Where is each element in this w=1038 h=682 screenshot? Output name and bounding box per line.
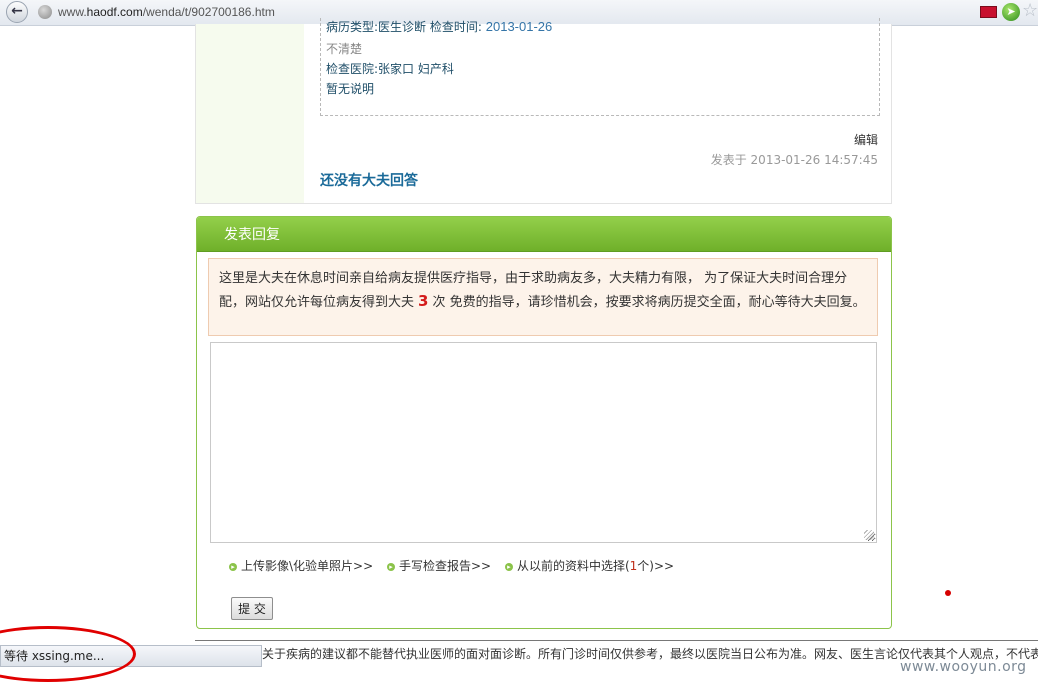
choose-previous-link[interactable]: ▸ 从以前的资料中选择(1个)>> (504, 557, 675, 574)
globe-icon (38, 5, 52, 19)
url-prefix: www. (58, 5, 87, 19)
arrow-right-icon: ▸ (229, 562, 237, 571)
star-icon[interactable]: ☆ (1022, 1, 1038, 21)
arrow-right-icon: ▸ (504, 562, 513, 571)
case-detail-box: 病历类型:医生诊断 检查时间: 2013-01-26 不清楚 检查医院:张家口 … (195, 18, 892, 204)
notice-box: 这里是大夫在休息时间亲自给病友提供医疗指导，由于求助病友多，大夫精力有限， 为了… (208, 258, 878, 336)
resize-grip-icon[interactable] (864, 530, 874, 540)
notice-text-after: 次 免费的指导，请珍惜机会，按要求将病历提交全面，耐心等待大夫回复。 (432, 295, 866, 310)
flag-icon[interactable] (980, 6, 997, 18)
watermark: www.wooyun.org (900, 659, 1027, 675)
red-dot (945, 590, 951, 596)
handwrite-report-link[interactable]: ▸ 手写检查报告>> (386, 557, 492, 574)
posted-timestamp: 2013-01-26 14:57:45 (750, 153, 878, 167)
go-arrow-icon[interactable]: ➤ (1002, 3, 1020, 21)
no-description-text: 暂无说明 (326, 82, 375, 96)
posted-time: 发表于 2013-01-26 14:57:45 (711, 151, 878, 168)
upload-image-label: 上传影像\化验单照片>> (241, 559, 374, 573)
hospital-label: 检查医院: (326, 62, 379, 76)
status-bar: 等待 xssing.me... (0, 645, 262, 667)
exam-time-value: 2013-01-26 (485, 19, 553, 34)
footer-divider (195, 640, 1038, 641)
hospital-value: 张家口 妇产科 (378, 62, 454, 76)
choose-previous-before: 从以前的资料中选择( (516, 559, 630, 573)
reply-header: 发表回复 (197, 217, 891, 252)
submit-button[interactable]: 提 交 (231, 597, 273, 620)
unclear-text: 不清楚 (326, 42, 363, 56)
url-domain: haodf.com (86, 5, 143, 19)
record-type-value: 医生诊断 (378, 20, 427, 34)
reply-textarea[interactable] (210, 342, 877, 543)
edit-link[interactable]: 编辑 (854, 131, 878, 148)
record-type-line: 病历类型:医生诊断 检查时间: 2013-01-26 (326, 18, 552, 35)
free-count: 3 (418, 292, 429, 310)
record-type-label: 病历类型: (326, 20, 379, 34)
side-strip (196, 24, 304, 203)
handwrite-report-label: 手写检查报告>> (398, 559, 492, 573)
no-answer-heading: 还没有大夫回答 (320, 173, 418, 189)
address-bar[interactable]: www.haodf.com/wenda/t/902700186.htm (58, 5, 275, 19)
attachment-links: ▸ 上传影像\化验单照片>> ▸ 手写检查报告>> ▸ 从以前的资料中选择(1个)>> (229, 557, 684, 574)
reply-panel: 发表回复 这里是大夫在休息时间亲自给病友提供医疗指导，由于求助病友多，大夫精力有… (196, 216, 892, 629)
choose-previous-after: 个)>> (637, 559, 675, 573)
hospital-line: 检查医院:张家口 妇产科 (326, 60, 454, 77)
url-path: /wenda/t/902700186.htm (142, 5, 275, 19)
arrow-right-icon: ▸ (386, 562, 395, 571)
exam-time-label: 检查时间: (429, 20, 482, 34)
upload-image-link[interactable]: ▸ 上传影像\化验单照片>> (229, 557, 373, 574)
record-info: 病历类型:医生诊断 检查时间: 2013-01-26 不清楚 检查医院:张家口 … (320, 18, 880, 116)
posted-label: 发表于 (710, 153, 747, 167)
back-arrow-icon[interactable]: ← (6, 1, 28, 23)
